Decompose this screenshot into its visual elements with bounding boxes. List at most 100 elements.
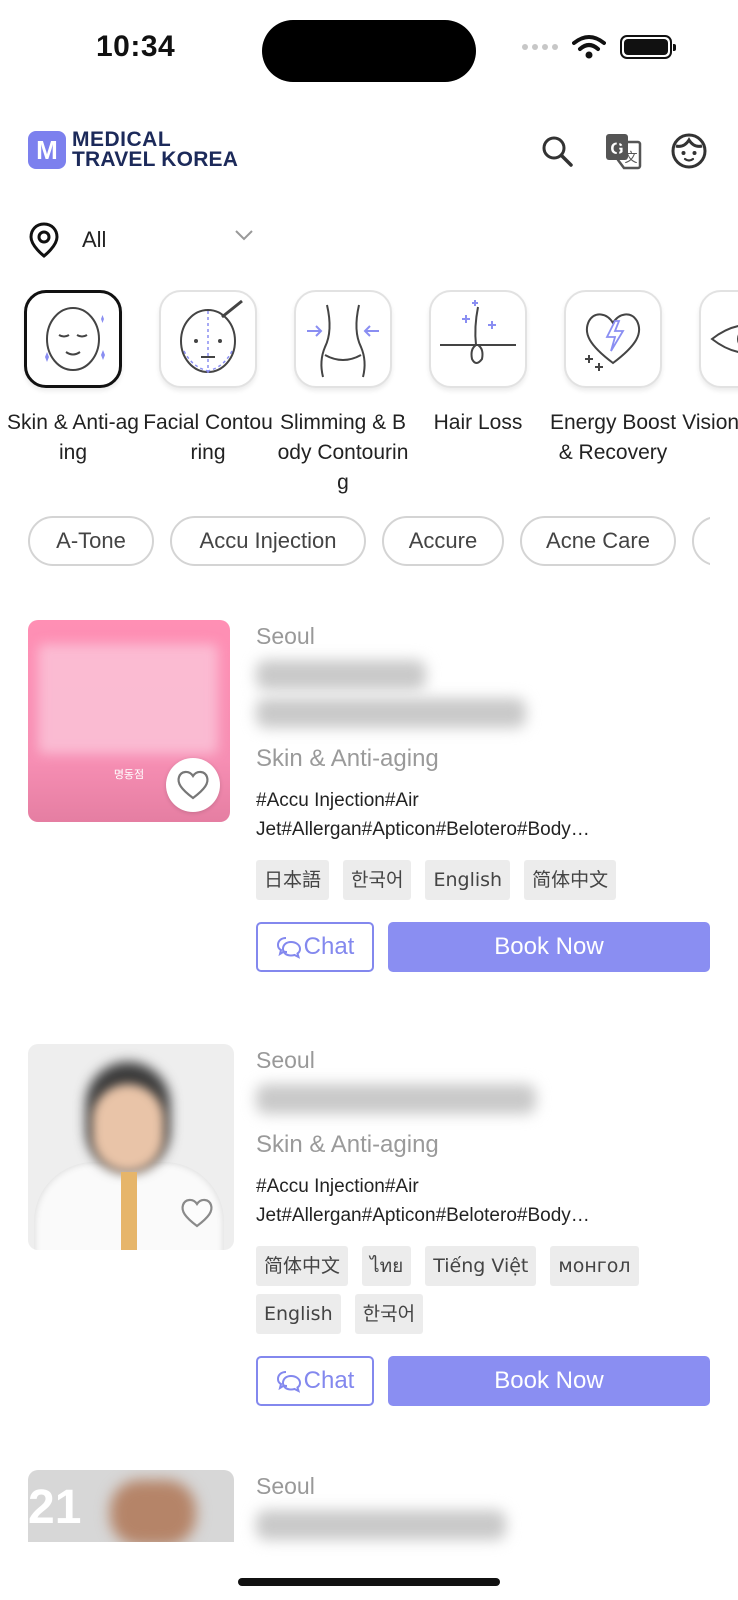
clinic-name-redacted	[256, 698, 526, 728]
clinic-card[interactable]: 명동점 Seoul Skin & Anti-aging #Accu Inject…	[28, 620, 710, 980]
category-hair-loss[interactable]: Hair Loss	[411, 290, 545, 438]
language-badge: English	[256, 1294, 341, 1334]
chat-bubble-icon	[276, 937, 301, 959]
favorite-button[interactable]	[166, 758, 220, 812]
favorite-button[interactable]	[170, 1186, 224, 1240]
waist-icon	[307, 304, 379, 378]
home-indicator[interactable]	[238, 1578, 500, 1586]
app-header: M MEDICAL TRAVEL KOREA G 文	[0, 118, 738, 188]
tag-chip[interactable]	[692, 516, 710, 566]
language-badge: ไทย	[362, 1246, 412, 1286]
dynamic-island	[262, 20, 476, 82]
language-badge: 한국어	[343, 860, 412, 900]
tag-chip[interactable]: Accu Injection	[170, 516, 366, 566]
category-label: Hair Loss	[433, 411, 523, 434]
heart-icon	[177, 770, 209, 800]
clinic-card[interactable]: 21 Seoul	[28, 1470, 710, 1550]
category-slimming-body-contouring[interactable]: Slimming & Body Contouring	[276, 290, 410, 498]
clinic-city: Seoul	[256, 1047, 315, 1073]
location-pin-icon	[29, 222, 59, 258]
clinic-info: Seoul Skin & Anti-aging #Accu Injection#…	[256, 620, 710, 972]
clinic-info: Seoul	[256, 1470, 710, 1540]
tag-chip-row: A-Tone Accu Injection Accure Acne Care	[28, 516, 710, 568]
language-badge: English	[425, 860, 511, 900]
language-badge: 简体中文	[256, 1246, 349, 1286]
category-icon-tile	[429, 290, 527, 388]
card-actions: Chat Book Now	[256, 922, 710, 972]
language-badge: 한국어	[354, 1294, 424, 1334]
header-actions: G 文	[536, 130, 710, 172]
battery-icon	[620, 35, 676, 59]
app-logo[interactable]: M MEDICAL TRAVEL KOREA	[28, 129, 239, 171]
hair-follicle-icon	[440, 300, 516, 364]
translate-button[interactable]: G 文	[602, 130, 644, 172]
clinic-name-redacted	[256, 660, 426, 690]
category-label: Energy Boost & Recovery	[549, 411, 677, 464]
user-face-icon	[671, 133, 707, 169]
heart-icon	[181, 1198, 213, 1228]
eye-icon	[710, 325, 738, 353]
search-button[interactable]	[536, 130, 578, 172]
category-icon-tile	[159, 290, 257, 388]
category-label: Vision Correct	[682, 411, 738, 434]
category-label: Slimming & Body Contouring	[277, 411, 409, 494]
category-carousel[interactable]: Skin & Anti-aging Facial Contouring Slim…	[0, 290, 738, 500]
category-icon-tile	[564, 290, 662, 388]
logo-line-2: TRAVEL KOREA	[72, 148, 239, 171]
clinic-name-redacted	[256, 1510, 506, 1540]
category-vision-correction[interactable]: Vision Correct	[681, 290, 738, 438]
blurred-signage	[38, 644, 218, 754]
translate-icon: G 文	[606, 134, 642, 170]
clinic-thumbnail[interactable]	[28, 1044, 234, 1250]
chat-button[interactable]: Chat	[256, 922, 374, 972]
doctor-face	[92, 1084, 164, 1172]
search-icon	[542, 136, 573, 167]
category-icon-tile	[24, 290, 122, 388]
book-now-button[interactable]: Book Now	[388, 1356, 710, 1406]
clinic-city: Seoul	[256, 623, 315, 649]
clinic-info: Seoul Skin & Anti-aging #Accu Injection#…	[256, 1044, 710, 1406]
clinic-card[interactable]: Seoul Skin & Anti-aging #Accu Injection#…	[28, 1044, 710, 1424]
clinic-hashtags: #Accu Injection#Air Jet#Allergan#Apticon…	[256, 790, 590, 840]
clinic-thumbnail[interactable]: 명동점	[28, 620, 230, 822]
status-bar: 10:34	[0, 0, 738, 100]
language-badge: 日本語	[256, 860, 330, 900]
category-skin-anti-aging[interactable]: Skin & Anti-aging	[6, 290, 140, 468]
card-actions: Chat Book Now	[256, 1356, 710, 1406]
doctor-tie	[121, 1172, 137, 1250]
blurred-photo	[110, 1480, 196, 1542]
face-contour-icon	[180, 299, 243, 373]
clinic-category: Skin & Anti-aging	[256, 1131, 439, 1158]
clinic-category: Skin & Anti-aging	[256, 745, 439, 772]
chat-button-label: Chat	[303, 933, 355, 960]
chevron-down-icon	[235, 230, 253, 241]
cellular-signal-icon	[522, 44, 558, 50]
category-facial-contouring[interactable]: Facial Contouring	[141, 290, 275, 468]
clinic-name-redacted	[256, 1084, 536, 1114]
category-icon-tile	[699, 290, 738, 388]
profile-button[interactable]	[668, 130, 710, 172]
face-sparkle-icon	[45, 307, 105, 371]
chat-button[interactable]: Chat	[256, 1356, 374, 1406]
logo-text: MEDICAL TRAVEL KOREA	[72, 129, 239, 171]
tag-chip[interactable]: Accure	[382, 516, 504, 566]
status-icons	[522, 34, 676, 60]
tag-chip[interactable]: Acne Care	[520, 516, 676, 566]
svg-text:文: 文	[624, 151, 637, 166]
chat-button-label: Chat	[303, 1367, 355, 1394]
category-energy-boost-recovery[interactable]: Energy Boost & Recovery	[546, 290, 680, 468]
heart-bolt-icon	[585, 313, 641, 371]
language-badges: 日本語 한국어 English 简体中文	[256, 860, 710, 900]
location-selector[interactable]: All	[28, 216, 258, 264]
tag-chip[interactable]: A-Tone	[28, 516, 154, 566]
status-time: 10:34	[96, 30, 176, 63]
clinic-hashtags: #Accu Injection#Air Jet#Allergan#Apticon…	[256, 1176, 590, 1226]
wifi-icon	[572, 35, 606, 59]
logo-mark: M	[28, 131, 66, 169]
clinic-thumbnail[interactable]: 21	[28, 1470, 234, 1542]
book-now-button[interactable]: Book Now	[388, 922, 710, 972]
category-icon-tile	[294, 290, 392, 388]
chat-bubble-icon	[276, 1371, 301, 1393]
category-label: Facial Contouring	[143, 411, 273, 464]
language-badge: Tiếng Việt	[425, 1246, 537, 1286]
